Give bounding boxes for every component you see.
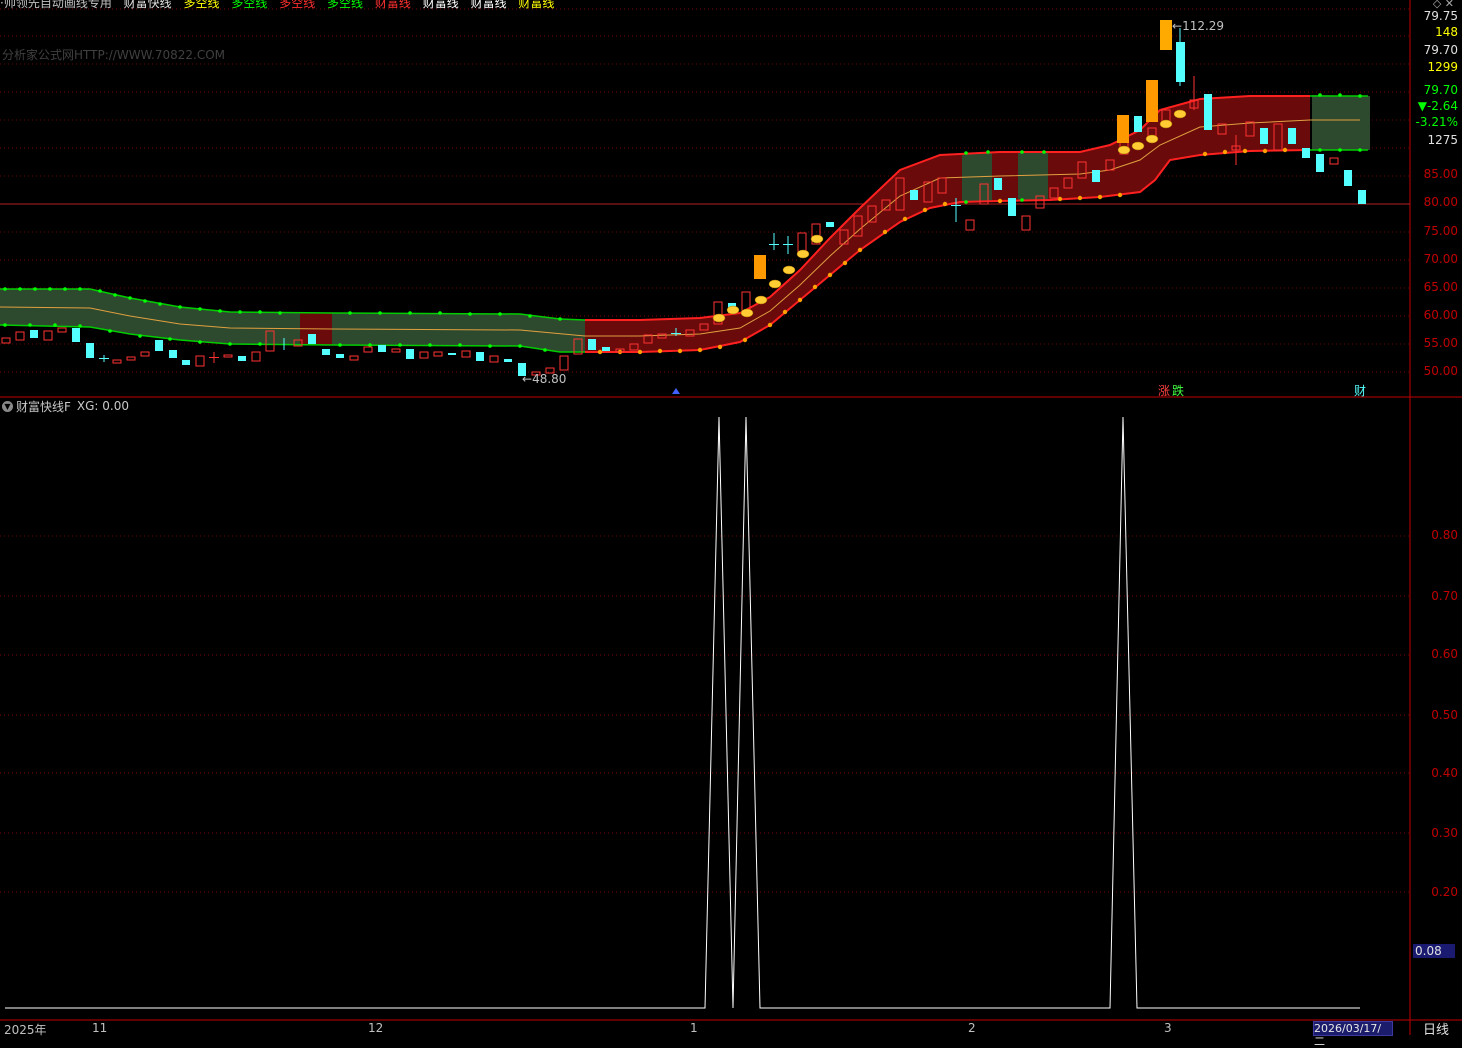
band-green-4 bbox=[1018, 152, 1048, 200]
indicator-current-value: 0.08 bbox=[1413, 944, 1455, 958]
signal-die-label: 跌 bbox=[1172, 384, 1185, 398]
ind-tick-050: 0.50 bbox=[1431, 708, 1458, 722]
indicator-name: 财富快线F bbox=[16, 399, 71, 414]
indicator-title-bar[interactable]: ▼ 财富快线F XG: 0.00 bbox=[0, 398, 129, 414]
x-label-12: 12 bbox=[368, 1021, 384, 1035]
x-label-3: 3 bbox=[1164, 1021, 1172, 1035]
signal-zhang-label: 涨 bbox=[1158, 384, 1171, 398]
info-change-pct: -3.21% bbox=[1415, 115, 1458, 129]
x-label-2025: 2025年 bbox=[4, 1023, 47, 1037]
price-tick-70: 70.00 bbox=[1423, 252, 1458, 266]
info-v5: 79.70 bbox=[1423, 83, 1458, 97]
current-date-box: 2026/03/17/二 bbox=[1313, 1021, 1393, 1048]
dropdown-icon[interactable]: ▼ bbox=[2, 400, 13, 412]
info-v2: 148 bbox=[1435, 25, 1458, 39]
info-v3: 79.70 bbox=[1423, 43, 1458, 57]
price-tick-65: 65.00 bbox=[1423, 280, 1458, 294]
x-label-11: 11 bbox=[92, 1021, 108, 1035]
price-tick-55: 55.00 bbox=[1423, 336, 1458, 350]
price-tick-75: 75.00 bbox=[1423, 224, 1458, 238]
indicator-xg-value: XG: 0.00 bbox=[76, 399, 130, 413]
ind-tick-020: 0.20 bbox=[1431, 885, 1458, 899]
chart-canvas bbox=[0, 0, 1462, 1035]
info-v1: 79.75 bbox=[1423, 9, 1458, 23]
signal-cai-label: 财 bbox=[1354, 384, 1367, 398]
price-tick-60: 60.00 bbox=[1423, 308, 1458, 322]
high-price-label: ←112.29 bbox=[1172, 19, 1225, 33]
up-arrow-icon bbox=[672, 388, 680, 394]
indicator-grid bbox=[0, 535, 1410, 893]
info-v6: 1275 bbox=[1427, 133, 1458, 147]
info-v4: 1299 bbox=[1427, 60, 1458, 74]
band-red-2 bbox=[585, 96, 1310, 352]
price-tick-50: 50.00 bbox=[1423, 364, 1458, 378]
band-green-5 bbox=[1312, 95, 1370, 150]
indicator-line bbox=[5, 416, 1360, 1009]
ind-tick-070: 0.70 bbox=[1431, 589, 1458, 603]
low-price-label: ←48.80 bbox=[522, 372, 567, 386]
info-change: ▼-2.64 bbox=[1417, 99, 1458, 113]
ind-tick-080: 0.80 bbox=[1431, 528, 1458, 542]
price-tick-85: 85.00 bbox=[1423, 167, 1458, 181]
price-tick-80: 80.00 bbox=[1423, 195, 1458, 209]
ind-tick-030: 0.30 bbox=[1431, 826, 1458, 840]
ind-tick-040: 0.40 bbox=[1431, 766, 1458, 780]
x-label-2: 2 bbox=[968, 1021, 976, 1035]
period-selector[interactable]: 日线 bbox=[1423, 1019, 1449, 1038]
x-label-1: 1 bbox=[690, 1021, 698, 1035]
ind-tick-060: 0.60 bbox=[1431, 647, 1458, 661]
